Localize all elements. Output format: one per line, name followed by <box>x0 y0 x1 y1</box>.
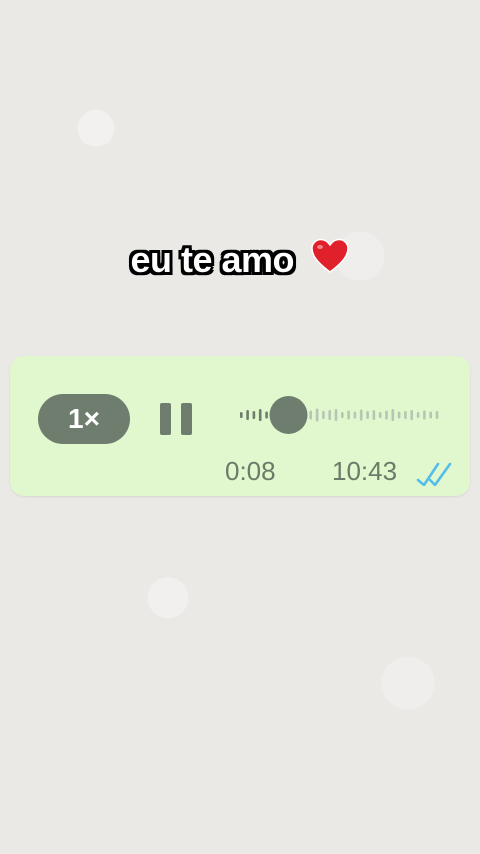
waveform-bar <box>372 410 376 420</box>
waveform-bar <box>246 410 249 420</box>
elapsed-time: 0:08 <box>225 456 276 486</box>
waveform-bar <box>435 411 439 419</box>
waveform-bar <box>334 409 338 421</box>
message-time: 10:43 <box>332 456 398 486</box>
waveform-bar <box>265 411 268 419</box>
pause-icon <box>160 403 171 435</box>
waveform-bar <box>404 411 407 419</box>
waveform-bar <box>322 411 325 419</box>
waveform-bar <box>410 410 413 420</box>
waveform-bar <box>240 412 243 418</box>
pause-button[interactable] <box>160 403 192 435</box>
heart-icon <box>310 238 350 283</box>
waveform-bar <box>252 411 256 419</box>
speed-label: 1× <box>68 403 100 434</box>
playback-speed-button[interactable]: 1× <box>38 394 130 444</box>
waveform-bar <box>328 410 331 420</box>
waveform-bar <box>353 411 357 419</box>
waveform-bar <box>359 409 363 421</box>
waveform-slider[interactable] <box>236 394 446 436</box>
waveform-bar <box>385 410 388 420</box>
waveform-bar <box>309 410 312 420</box>
waveform-bar <box>366 411 369 419</box>
waveform-bar <box>397 411 401 419</box>
waveform-bar <box>315 408 319 422</box>
waveform-bar <box>258 409 262 421</box>
waveform-bar <box>416 412 420 418</box>
caption-text: eu te amo <box>130 239 295 280</box>
waveform-bar <box>378 412 382 418</box>
waveform-bar <box>341 412 344 418</box>
overlay-caption: eu te amo <box>0 238 480 283</box>
voice-message-bubble: 1× 0:08 10:43 <box>10 356 470 496</box>
waveform-bar <box>423 410 426 420</box>
double-check-icon <box>416 462 452 486</box>
scrub-handle[interactable] <box>269 396 308 434</box>
waveform-bar <box>391 409 395 421</box>
waveform-bar <box>429 411 432 419</box>
waveform-bar <box>347 410 350 420</box>
